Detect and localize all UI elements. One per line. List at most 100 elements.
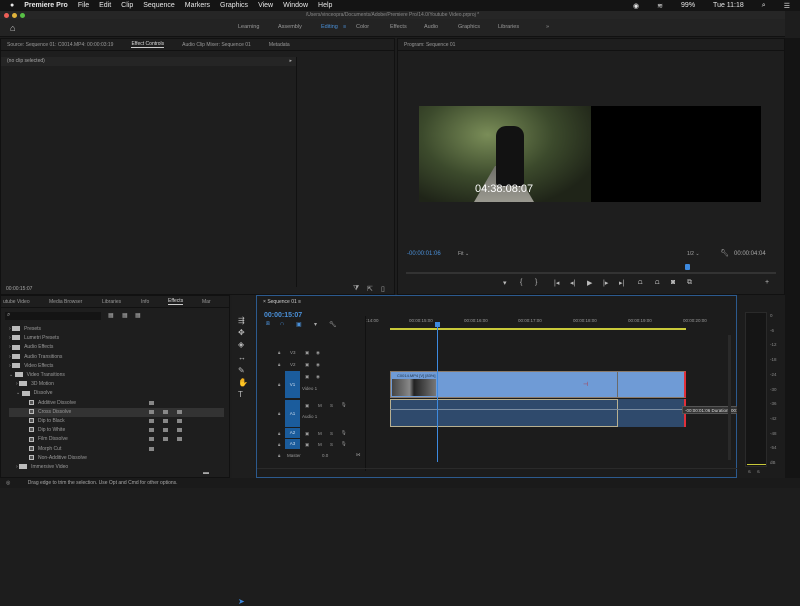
filter-icon[interactable]: ⧩: [353, 285, 359, 293]
video-frame[interactable]: 04:38:08:07: [419, 106, 761, 202]
solo-button[interactable]: S: [330, 442, 333, 447]
add-marker-button[interactable]: ▾: [503, 279, 507, 287]
tab-effect-controls[interactable]: Effect Controls: [131, 41, 165, 48]
wifi-icon[interactable]: ≋: [657, 2, 663, 10]
yuv-effects-icon[interactable]: ▦: [135, 312, 141, 319]
toggle-sync-icon[interactable]: ▣: [305, 350, 309, 356]
menu-graphics[interactable]: Graphics: [220, 2, 248, 9]
timeline-settings-icon[interactable]: 🔧︎: [329, 321, 337, 328]
solo-button[interactable]: S: [330, 403, 333, 408]
menu-sequence[interactable]: Sequence: [143, 2, 175, 9]
solo-button[interactable]: S: [330, 431, 333, 436]
lock-icon[interactable]: 🔒︎: [278, 431, 280, 436]
32bit-effects-icon[interactable]: ▦: [122, 312, 128, 319]
effects-tree-item[interactable]: Film Dissolve: [9, 435, 224, 444]
program-title[interactable]: Program: Sequence 01: [404, 42, 455, 48]
track-v1-target[interactable]: V1: [285, 371, 300, 398]
ec-timecode[interactable]: 00:00:15:07: [6, 286, 32, 292]
linked-selection-icon[interactable]: ▣: [296, 321, 302, 328]
go-to-in-button[interactable]: |◂: [554, 279, 559, 287]
menu-app[interactable]: Premiere Pro: [24, 2, 68, 9]
effects-tree-item[interactable]: › Lumetri Presets: [9, 334, 224, 343]
lock-icon[interactable]: 🔒︎: [278, 382, 280, 387]
solo-right[interactable]: S: [757, 469, 760, 474]
menu-markers[interactable]: Markers: [185, 2, 210, 9]
accelerated-effects-icon[interactable]: ▦: [108, 312, 114, 319]
lock-icon[interactable]: 🔒︎: [278, 350, 280, 355]
menu-help[interactable]: Help: [318, 2, 332, 9]
record-icon[interactable]: ◉: [633, 2, 639, 10]
effects-tree-item[interactable]: Non-Additive Dissolve: [9, 454, 224, 463]
export-frame-icon[interactable]: ◙: [671, 279, 675, 286]
tab-libraries[interactable]: Libraries: [102, 299, 121, 305]
nest-icon[interactable]: ⧈: [266, 321, 270, 328]
export-icon[interactable]: ⇱: [367, 285, 373, 293]
lift-button[interactable]: ⩍: [638, 279, 643, 287]
new-bin-icon[interactable]: ▬: [203, 470, 209, 476]
mark-out-button[interactable]: }: [535, 279, 537, 286]
add-marker-icon[interactable]: ▾: [314, 321, 317, 328]
zoom-button[interactable]: [20, 13, 25, 18]
go-to-out-button[interactable]: ▸|: [619, 279, 624, 287]
eye-icon[interactable]: ◉: [316, 350, 320, 356]
close-button[interactable]: [4, 13, 9, 18]
track-a1-target[interactable]: A1: [285, 400, 300, 427]
type-tool-icon[interactable]: T: [238, 390, 243, 399]
program-scrubber[interactable]: [406, 272, 776, 274]
razor-tool-icon[interactable]: ◈: [238, 340, 244, 349]
track-a2-target[interactable]: A2: [285, 428, 300, 438]
effects-search-input[interactable]: ⌕: [5, 312, 101, 320]
effects-tree-item[interactable]: ⌄ Video Transitions: [9, 371, 224, 380]
effects-tree-item[interactable]: › 3D Motion: [9, 380, 224, 389]
minimize-button[interactable]: [12, 13, 17, 18]
track-a3-target[interactable]: A3: [285, 439, 300, 449]
mute-button[interactable]: M: [318, 442, 322, 447]
tab-media-browser[interactable]: Media Browser: [49, 299, 82, 305]
slip-tool-icon[interactable]: ↔: [238, 353, 246, 362]
workspace-effects[interactable]: Effects: [390, 24, 407, 30]
expand-icon[interactable]: ▸: [289, 57, 292, 66]
workspace-learning[interactable]: Learning: [238, 24, 259, 30]
eye-icon[interactable]: ◉: [316, 362, 320, 368]
effects-tree-item[interactable]: Dip to White: [9, 426, 224, 435]
effects-tree-item[interactable]: Morph Cut: [9, 445, 224, 454]
effects-tree-item[interactable]: Dip to Black: [9, 417, 224, 426]
lock-icon[interactable]: 🔒︎: [278, 411, 280, 416]
extract-button[interactable]: ⩍: [655, 279, 660, 287]
mic-icon[interactable]: 🎙︎: [341, 430, 347, 436]
add-button[interactable]: +: [765, 279, 769, 286]
audio-clip[interactable]: [390, 399, 686, 427]
wrench-icon[interactable]: 🔧︎: [720, 249, 729, 257]
workspace-color[interactable]: Color: [356, 24, 369, 30]
menu-clip[interactable]: Clip: [121, 2, 133, 9]
effects-tree-item[interactable]: › Audio Effects: [9, 343, 224, 352]
work-area-bar[interactable]: [390, 328, 686, 330]
volume-line[interactable]: [390, 409, 686, 410]
step-back-button[interactable]: ◂|: [570, 279, 575, 287]
trash-icon[interactable]: ▯: [381, 285, 385, 293]
tab-audio-clip-mixer[interactable]: Audio Clip Mixer: Sequence 01: [182, 42, 251, 48]
workspace-audio[interactable]: Audio: [424, 24, 438, 30]
toggle-sync-icon[interactable]: ▣: [305, 431, 309, 437]
search-icon[interactable]: ⌕: [762, 2, 766, 10]
toggle-sync-icon[interactable]: ▣: [305, 442, 309, 448]
snap-icon[interactable]: ∩: [280, 321, 284, 327]
solo-left[interactable]: S: [748, 469, 751, 474]
comparison-view-icon[interactable]: ⧉: [687, 279, 692, 287]
clock[interactable]: Tue 11:18: [713, 2, 744, 10]
tab-metadata[interactable]: Metadata: [269, 42, 290, 48]
menu-view[interactable]: View: [258, 2, 273, 9]
workspace-assembly[interactable]: Assembly: [278, 24, 302, 30]
video-clip[interactable]: C0014.MP4 [V] [83%] ⊣: [390, 371, 686, 398]
track-v3-label[interactable]: V3: [290, 350, 296, 355]
timeline-tab[interactable]: × Sequence 01 ≡: [263, 299, 301, 305]
go-to-end-icon[interactable]: ⋈: [356, 452, 361, 458]
mic-icon[interactable]: 🎙︎: [341, 402, 347, 408]
master-volume[interactable]: 0.0: [322, 453, 328, 458]
effects-tree-item[interactable]: › Immersive Video: [9, 463, 224, 472]
program-current-timecode[interactable]: -00:00:01:06: [407, 251, 441, 257]
timeline-timecode[interactable]: 00:00:15:07: [264, 312, 302, 319]
tab-source[interactable]: Source: Sequence 01: C0014.MP4: 00:00:03…: [7, 42, 113, 48]
eye-icon[interactable]: ◉: [316, 374, 320, 380]
mute-button[interactable]: M: [318, 403, 322, 408]
